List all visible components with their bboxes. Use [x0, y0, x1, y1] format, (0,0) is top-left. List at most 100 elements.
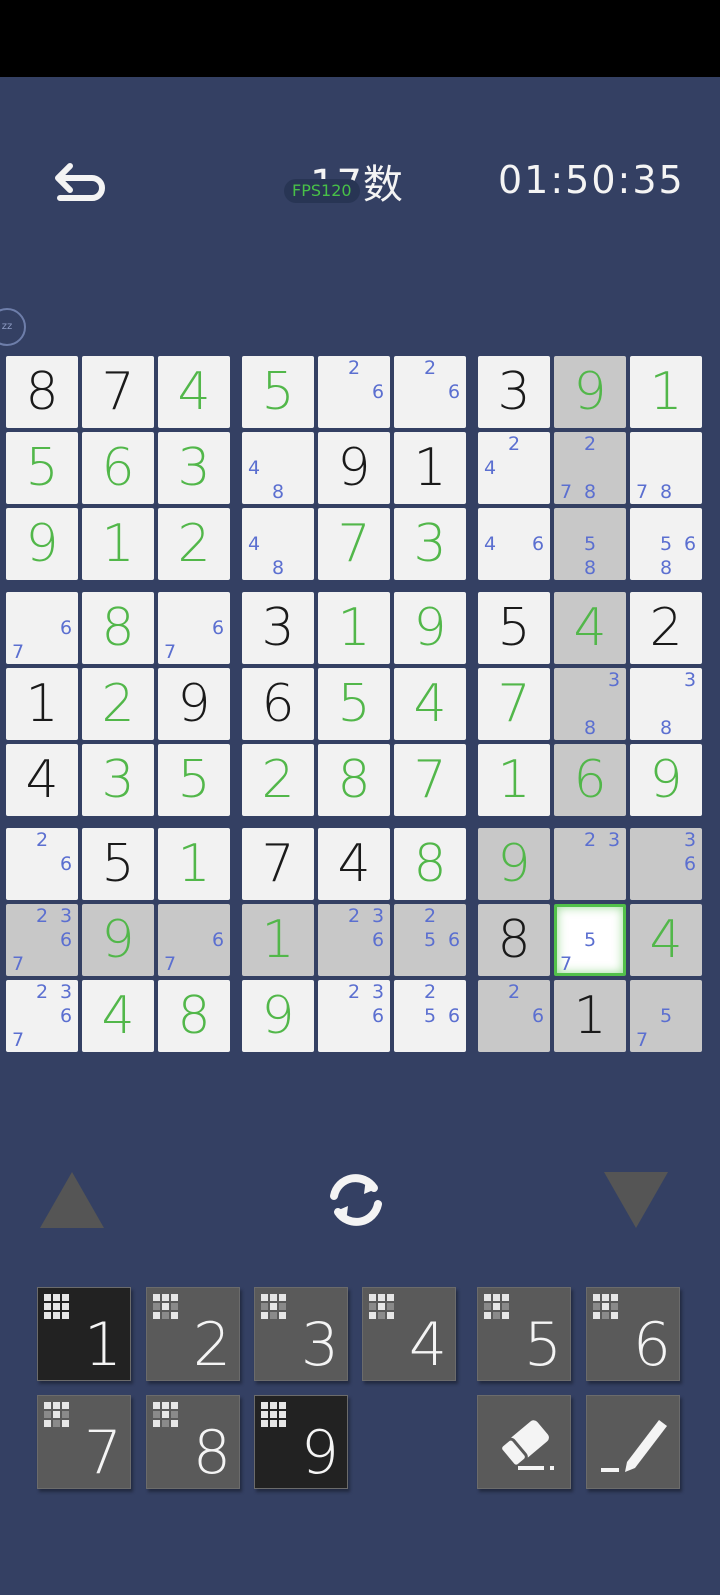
sudoku-cell[interactable]: 1 — [158, 828, 230, 900]
sudoku-cell[interactable]: 5 — [242, 356, 314, 428]
cell-note: 4 — [483, 533, 497, 555]
sudoku-cell[interactable]: 36 — [630, 828, 702, 900]
sudoku-cell[interactable]: 2 — [242, 744, 314, 816]
sudoku-cell[interactable]: 3 — [82, 744, 154, 816]
sudoku-cell[interactable]: 2 78 — [554, 432, 626, 504]
sudoku-cell[interactable]: 8 — [394, 828, 466, 900]
sudoku-cell[interactable]: 9 — [318, 432, 390, 504]
arrow-down-icon[interactable] — [604, 1172, 668, 1228]
number-key-9[interactable]: 9 — [254, 1395, 348, 1489]
pencil-button[interactable] — [586, 1395, 680, 1489]
sudoku-cell[interactable]: 7 — [394, 744, 466, 816]
number-key-4[interactable]: 4 — [362, 1287, 456, 1381]
sudoku-cell[interactable]: 9 — [554, 356, 626, 428]
sudoku-cell[interactable]: 5 — [478, 592, 550, 664]
sudoku-cell[interactable]: 58 — [554, 508, 626, 580]
sudoku-cell[interactable]: 9 — [630, 744, 702, 816]
sudoku-cell[interactable]: 1 — [630, 356, 702, 428]
sudoku-cell[interactable]: 5 — [6, 432, 78, 504]
sudoku-cell[interactable]: 6 — [554, 744, 626, 816]
sudoku-cell[interactable]: 5 — [318, 668, 390, 740]
sudoku-cell[interactable]: 48 — [242, 432, 314, 504]
sudoku-cell[interactable]: 256 — [394, 904, 466, 976]
sudoku-cell[interactable]: 7 — [318, 508, 390, 580]
sudoku-cell[interactable]: 4 — [82, 980, 154, 1052]
sudoku-cell[interactable]: 1 — [478, 744, 550, 816]
sudoku-cell[interactable]: 26 — [478, 980, 550, 1052]
sudoku-cell[interactable]: 1 — [394, 432, 466, 504]
number-key-5[interactable]: 5 — [477, 1287, 571, 1381]
sudoku-cell[interactable]: 5 — [82, 828, 154, 900]
sudoku-cell[interactable]: 57 — [554, 904, 626, 976]
sudoku-cell[interactable]: 67 — [6, 592, 78, 664]
sudoku-cell[interactable]: 46 — [478, 508, 550, 580]
number-key-8[interactable]: 8 — [146, 1395, 240, 1489]
number-key-6[interactable]: 6 — [586, 1287, 680, 1381]
sudoku-cell[interactable]: 1 — [554, 980, 626, 1052]
sudoku-cell[interactable]: 38 — [630, 668, 702, 740]
sudoku-cell[interactable]: 8 — [478, 904, 550, 976]
sudoku-cell[interactable]: 3 — [478, 356, 550, 428]
sudoku-cell[interactable]: 1 — [318, 592, 390, 664]
sudoku-cell[interactable]: 9 — [158, 668, 230, 740]
sudoku-cell[interactable]: 8 — [82, 592, 154, 664]
floating-bubble-icon[interactable]: zz — [0, 308, 26, 346]
sudoku-cell[interactable]: 3 — [394, 508, 466, 580]
sudoku-cell[interactable]: 8 — [318, 744, 390, 816]
arrow-up-icon[interactable] — [40, 1172, 104, 1228]
sudoku-cell[interactable]: 4 — [394, 668, 466, 740]
sudoku-cell[interactable]: 24 — [478, 432, 550, 504]
sudoku-cell[interactable]: 9 — [394, 592, 466, 664]
sudoku-cell[interactable]: 8 — [158, 980, 230, 1052]
sudoku-cell[interactable]: 67 — [158, 592, 230, 664]
number-key-2[interactable]: 2 — [146, 1287, 240, 1381]
sudoku-cell[interactable]: 4 — [6, 744, 78, 816]
back-button[interactable] — [52, 160, 108, 208]
sudoku-cell[interactable]: 23 — [554, 828, 626, 900]
sudoku-cell[interactable]: 26 — [6, 828, 78, 900]
eraser-button[interactable] — [477, 1395, 571, 1489]
sudoku-cell[interactable]: 7 — [242, 828, 314, 900]
sudoku-cell[interactable]: 7 — [478, 668, 550, 740]
sudoku-cell[interactable]: 9 — [6, 508, 78, 580]
sudoku-cell[interactable]: 4 — [318, 828, 390, 900]
sudoku-cell[interactable]: 78 — [630, 432, 702, 504]
sudoku-cell[interactable]: 38 — [554, 668, 626, 740]
sudoku-cell[interactable]: 9 — [82, 904, 154, 976]
sudoku-cell[interactable]: 8 — [6, 356, 78, 428]
sudoku-cell[interactable]: 1 — [242, 904, 314, 976]
sudoku-cell[interactable]: 4 — [554, 592, 626, 664]
cell-value: 7 — [497, 674, 531, 734]
sudoku-cell[interactable]: 9 — [242, 980, 314, 1052]
sudoku-cell[interactable]: 568 — [630, 508, 702, 580]
sudoku-cell[interactable]: 1 — [82, 508, 154, 580]
sudoku-cell[interactable]: 3 — [158, 432, 230, 504]
sudoku-cell[interactable]: 2 — [630, 592, 702, 664]
sudoku-cell[interactable]: 26 — [318, 356, 390, 428]
sudoku-cell[interactable]: 3 — [242, 592, 314, 664]
sudoku-cell[interactable]: 57 — [630, 980, 702, 1052]
sudoku-cell[interactable]: 236 — [318, 904, 390, 976]
sudoku-cell[interactable]: 4 — [158, 356, 230, 428]
sudoku-cell[interactable]: 67 — [158, 904, 230, 976]
sudoku-cell[interactable]: 4 — [630, 904, 702, 976]
sudoku-cell[interactable]: 236 7 — [6, 904, 78, 976]
sudoku-cell[interactable]: 48 — [242, 508, 314, 580]
sudoku-cell[interactable]: 236 — [318, 980, 390, 1052]
sudoku-cell[interactable]: 6 — [82, 432, 154, 504]
number-key-1[interactable]: 1 — [37, 1287, 131, 1381]
sudoku-cell[interactable]: 2 — [82, 668, 154, 740]
sudoku-cell[interactable]: 1 — [6, 668, 78, 740]
number-key-7[interactable]: 7 — [37, 1395, 131, 1489]
sudoku-cell[interactable]: 26 — [394, 356, 466, 428]
refresh-button[interactable] — [322, 1166, 390, 1234]
number-key-3[interactable]: 3 — [254, 1287, 348, 1381]
sudoku-cell[interactable]: 256 — [394, 980, 466, 1052]
sudoku-cell[interactable]: 7 — [82, 356, 154, 428]
sudoku-cell[interactable]: 9 — [478, 828, 550, 900]
sudoku-cell[interactable]: 5 — [158, 744, 230, 816]
cell-note: 6 — [371, 381, 385, 403]
sudoku-cell[interactable]: 236 7 — [6, 980, 78, 1052]
sudoku-cell[interactable]: 6 — [242, 668, 314, 740]
sudoku-cell[interactable]: 2 — [158, 508, 230, 580]
